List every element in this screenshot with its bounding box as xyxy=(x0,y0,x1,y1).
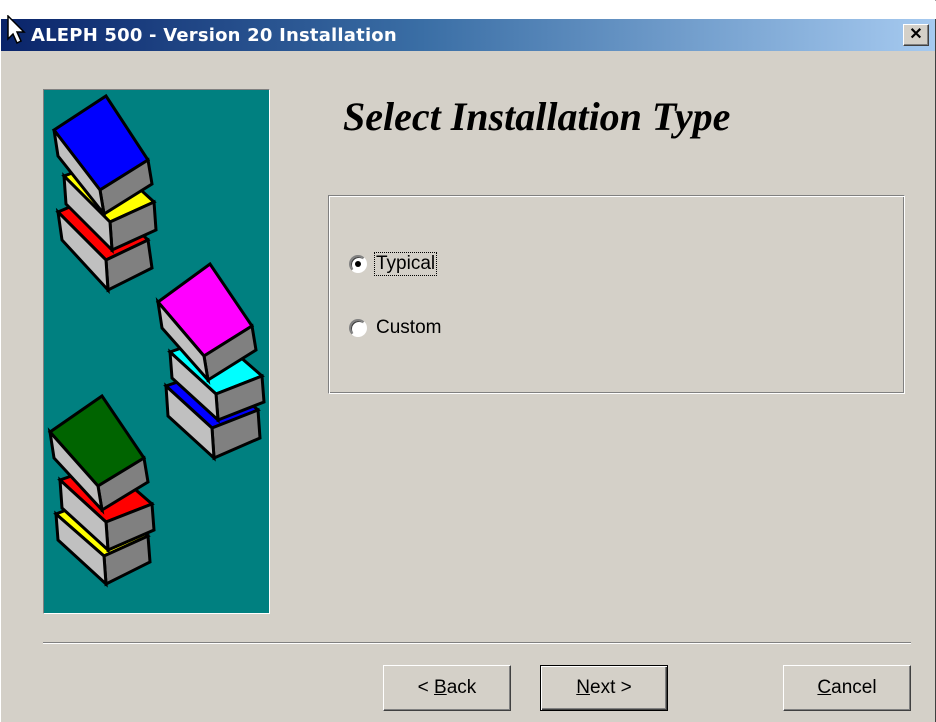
title-bar[interactable]: ALEPH 500 - Version 20 Installation ✕ xyxy=(1,19,935,51)
separator-line xyxy=(43,642,911,644)
next-button-label: ext > xyxy=(590,677,632,698)
installer-window: ALEPH 500 - Version 20 Installation ✕ Se… xyxy=(0,0,936,722)
next-button[interactable]: Next > xyxy=(540,665,668,711)
desktop-strip xyxy=(1,1,936,19)
stacked-books-illustration xyxy=(43,89,270,614)
cancel-button-mnemonic: C xyxy=(817,677,832,698)
cancel-button-label: ancel xyxy=(831,677,877,698)
books-icon xyxy=(47,93,266,588)
back-button-label: ack xyxy=(446,677,477,698)
radio-label-custom[interactable]: Custom xyxy=(375,317,442,339)
close-button[interactable]: ✕ xyxy=(903,24,929,46)
back-button[interactable]: < Back xyxy=(383,665,511,711)
page-title: Select Installation Type xyxy=(343,94,731,139)
close-icon: ✕ xyxy=(909,26,923,43)
radio-label-typical[interactable]: Typical xyxy=(373,252,438,276)
installation-type-group: Typical Custom xyxy=(328,195,905,394)
window-title: ALEPH 500 - Version 20 Installation xyxy=(31,25,397,46)
back-button-prefix: < xyxy=(417,677,435,698)
radio-option-typical[interactable]: Typical xyxy=(349,252,438,276)
radio-button-typical[interactable] xyxy=(349,255,367,273)
cancel-button[interactable]: Cancel xyxy=(783,665,911,711)
arrow-cursor-icon xyxy=(7,15,26,45)
next-button-mnemonic: N xyxy=(576,677,590,698)
radio-selected-dot xyxy=(355,261,361,267)
radio-option-custom[interactable]: Custom xyxy=(349,316,442,340)
radio-button-custom[interactable] xyxy=(349,319,367,337)
back-button-mnemonic: B xyxy=(434,677,447,698)
